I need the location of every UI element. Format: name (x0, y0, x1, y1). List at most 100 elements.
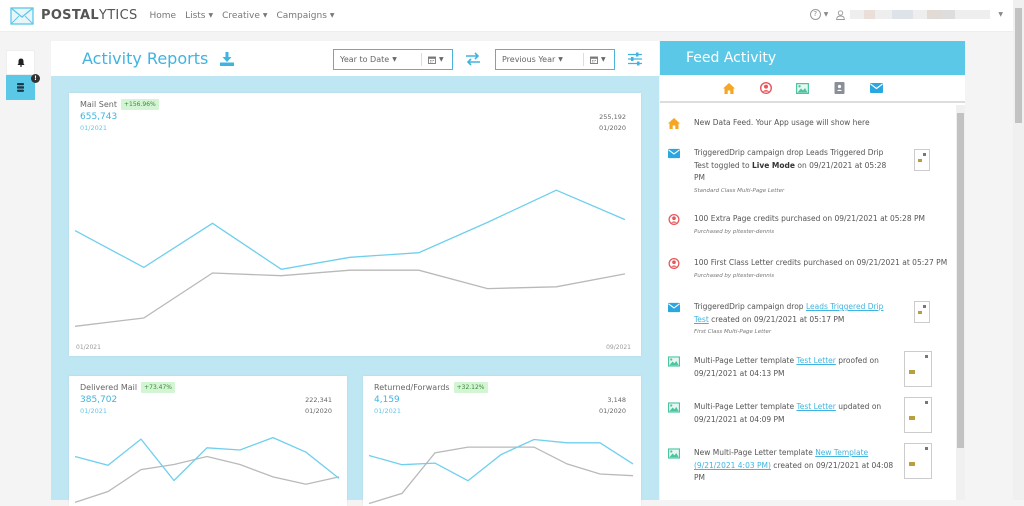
tab-contacts[interactable] (821, 82, 858, 94)
notifications-button[interactable] (6, 50, 35, 75)
nav-campaigns[interactable]: Campaigns ▼ (276, 11, 334, 21)
data-point[interactable] (433, 450, 438, 455)
data-point[interactable] (499, 445, 504, 450)
logo[interactable]: POSTALYTICS (10, 6, 138, 25)
user-name-redacted[interactable] (850, 10, 991, 19)
feed-title: Feed Activity (686, 50, 777, 66)
data-point[interactable] (73, 228, 78, 233)
data-point[interactable] (565, 440, 570, 445)
data-point[interactable] (367, 453, 372, 458)
swap-compare-icon[interactable] (465, 52, 481, 66)
calendar-picker[interactable]: ▼ (422, 56, 450, 64)
data-point[interactable] (304, 450, 309, 455)
letter-thumbnail[interactable] (914, 149, 930, 171)
data-point[interactable] (139, 437, 144, 442)
tab-account[interactable] (747, 82, 784, 94)
data-point[interactable] (532, 437, 537, 442)
data-point[interactable] (238, 462, 243, 467)
data-point[interactable] (485, 220, 490, 225)
data-point[interactable] (598, 472, 603, 477)
data-point[interactable] (279, 273, 284, 278)
data-point[interactable] (416, 250, 421, 255)
scrollbar-thumb[interactable] (1015, 8, 1022, 123)
data-point[interactable] (631, 461, 636, 466)
data-point[interactable] (466, 445, 471, 450)
data-point[interactable] (139, 467, 144, 472)
caret-down-icon[interactable]: ▼ (998, 11, 1003, 18)
template-link[interactable]: Test Letter (796, 402, 835, 411)
current-range-selector[interactable]: Year to Date ▼ ▼ (333, 49, 453, 70)
data-point[interactable] (367, 501, 372, 506)
data-point[interactable] (433, 461, 438, 466)
data-point[interactable] (623, 217, 628, 222)
data-point[interactable] (532, 445, 537, 450)
envelope-logo-icon (10, 6, 34, 25)
feed-scrollbar[interactable] (956, 105, 965, 500)
user-circle-icon (668, 214, 680, 225)
data-point[interactable] (400, 462, 405, 467)
calendar-picker[interactable]: ▼ (584, 56, 612, 64)
data-point[interactable] (348, 268, 353, 273)
data-point[interactable] (304, 482, 309, 487)
data-point[interactable] (210, 270, 215, 275)
data-point[interactable] (271, 474, 276, 479)
feed-filter-tabs (660, 75, 965, 103)
data-point[interactable] (172, 462, 177, 467)
data-point[interactable] (141, 265, 146, 270)
data-point[interactable] (554, 188, 559, 193)
calendar-icon (590, 56, 598, 64)
current-range-dropdown[interactable]: Year to Date ▼ (334, 53, 422, 66)
data-point[interactable] (623, 271, 628, 276)
data-point[interactable] (279, 267, 284, 272)
download-icon[interactable] (220, 51, 235, 66)
calendar-icon (428, 56, 436, 64)
data-point[interactable] (172, 478, 177, 483)
letter-thumbnail[interactable] (904, 351, 932, 387)
template-link[interactable]: Test Letter (796, 356, 835, 365)
data-point[interactable] (73, 324, 78, 329)
data-point[interactable] (554, 284, 559, 289)
tab-home[interactable] (710, 82, 747, 94)
data-point[interactable] (499, 452, 504, 457)
data-point[interactable] (400, 491, 405, 496)
data-point[interactable] (205, 454, 210, 459)
data-point[interactable] (598, 440, 603, 445)
envelope-icon (870, 83, 883, 93)
data-point[interactable] (485, 286, 490, 291)
data-point[interactable] (337, 476, 342, 481)
data-point[interactable] (73, 454, 78, 459)
page-scrollbar[interactable] (1013, 0, 1024, 500)
data-point[interactable] (631, 473, 636, 478)
nav-creative[interactable]: Creative ▼ (222, 11, 267, 21)
letter-thumbnail[interactable] (904, 443, 932, 479)
tab-mail[interactable] (858, 83, 895, 93)
tab-creative[interactable] (784, 82, 821, 94)
help-icon[interactable]: ? (809, 9, 821, 20)
envelope-icon (668, 148, 680, 159)
series-line-current-year (74, 436, 340, 482)
data-point[interactable] (205, 445, 210, 450)
data-point[interactable] (210, 221, 215, 226)
data-point[interactable] (73, 500, 78, 505)
filter-settings-icon[interactable] (627, 52, 643, 66)
brand-name: POSTALYTICS (41, 8, 138, 23)
line-chart (73, 188, 628, 329)
nav-home[interactable]: Home (150, 11, 177, 21)
caret-down-icon[interactable]: ▼ (824, 11, 829, 18)
letter-thumbnail[interactable] (904, 397, 932, 433)
compare-range-dropdown[interactable]: Previous Year ▼ (496, 53, 584, 66)
scrollbar-thumb[interactable] (957, 113, 964, 448)
compare-range-selector[interactable]: Previous Year ▼ ▼ (495, 49, 615, 70)
data-point[interactable] (106, 463, 111, 468)
data-point[interactable] (141, 316, 146, 321)
data-point[interactable] (565, 461, 570, 466)
data-point[interactable] (106, 489, 111, 494)
data-point[interactable] (238, 448, 243, 453)
data-point[interactable] (466, 478, 471, 483)
nav-lists[interactable]: Lists ▼ (185, 11, 213, 21)
data-point[interactable] (271, 435, 276, 440)
letter-thumbnail[interactable] (914, 301, 930, 323)
data-point[interactable] (416, 268, 421, 273)
data-point[interactable] (348, 255, 353, 260)
user-circle-icon (759, 82, 772, 94)
